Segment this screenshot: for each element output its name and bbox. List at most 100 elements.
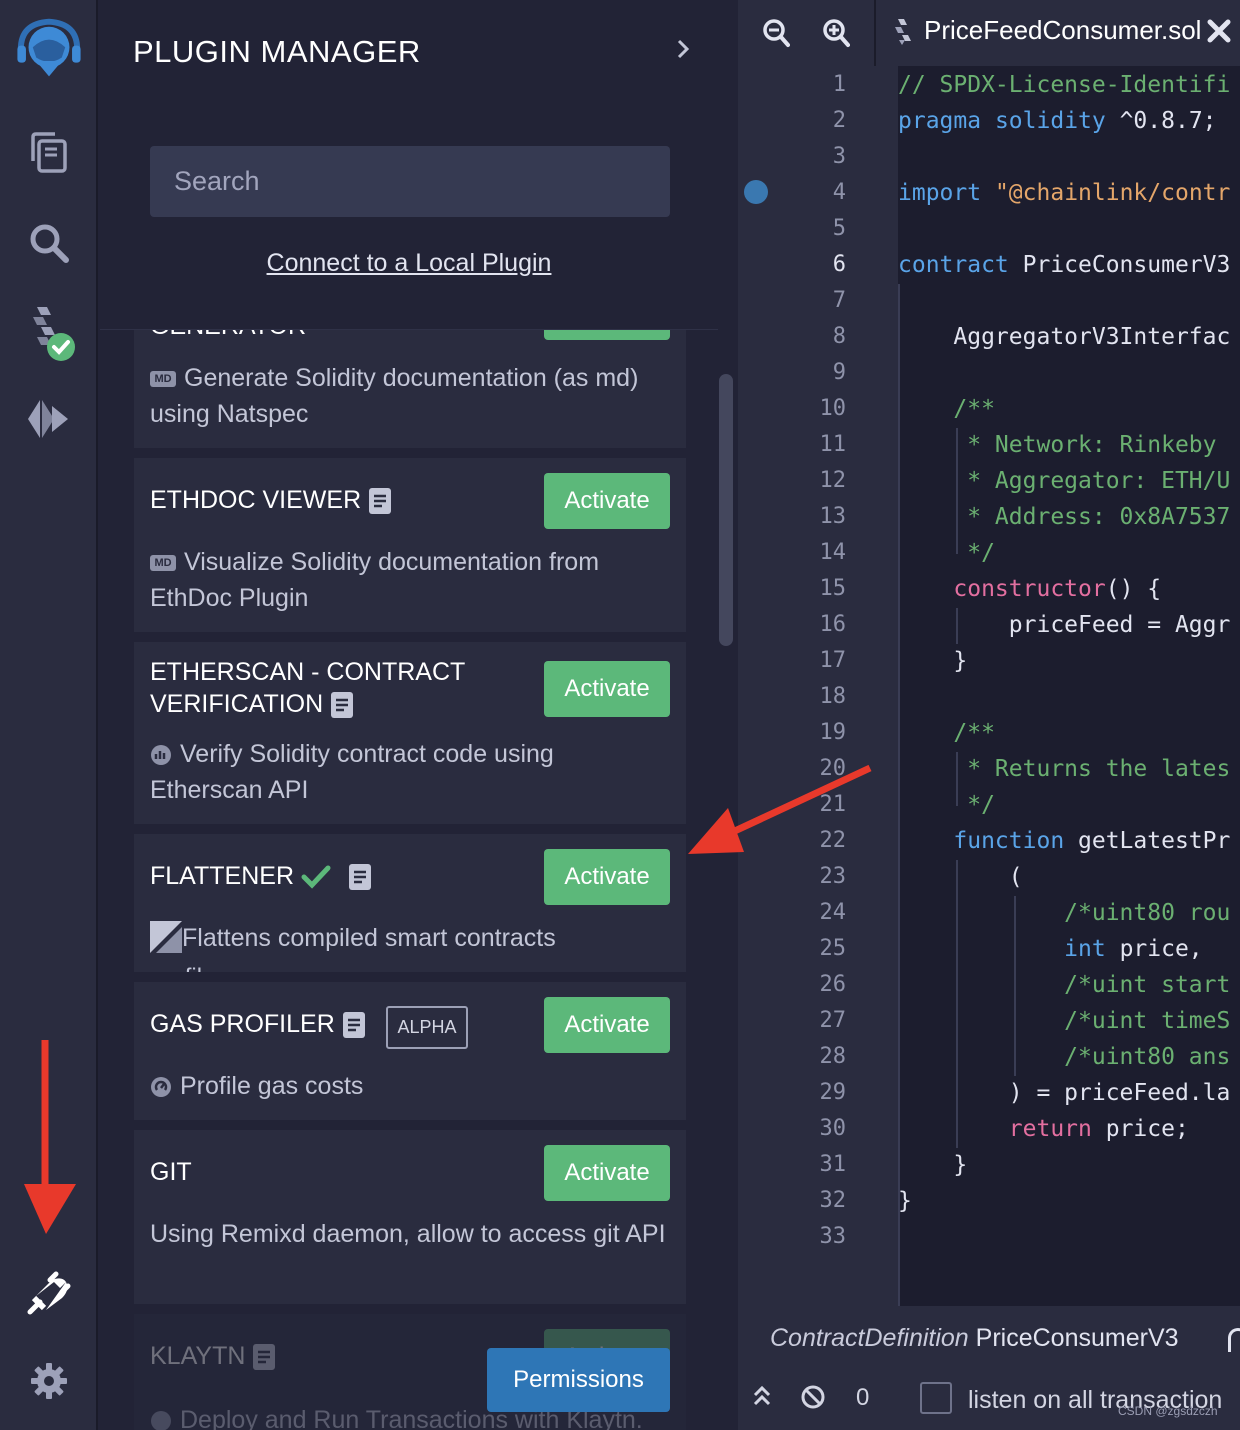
line-number: 24 [819, 900, 847, 925]
plugin-description: MD Generate Solidity documentation (as md… [150, 364, 639, 428]
code-line: /*uint start [898, 972, 1231, 998]
markdown-icon: MD [150, 371, 176, 388]
docs-icon[interactable] [252, 1343, 276, 1371]
zoom-out-icon[interactable] [762, 18, 790, 53]
activate-button[interactable]: Activate [544, 849, 670, 905]
remix-logo-icon[interactable] [14, 14, 84, 84]
deploy-run-icon[interactable] [14, 384, 84, 454]
line-number: 28 [819, 1044, 847, 1069]
code-line: /*uint80 rou [898, 900, 1231, 926]
line-number: 9 [832, 360, 846, 385]
line-number: 13 [819, 504, 847, 529]
remix-ide-window: GENERATOR Activate MDGenerate Solidity d… [0, 0, 1240, 1430]
code-line: * Network: Rinkeby [898, 432, 1217, 458]
code-line: AggregatorV3Interfac [898, 324, 1231, 350]
plugin-list-scrollbar[interactable] [719, 374, 733, 646]
plugin-name: FLATTENER [150, 860, 372, 892]
refresh-icon[interactable] [1228, 1328, 1240, 1352]
verified-check-icon [301, 865, 331, 889]
code-line: ( [898, 864, 1023, 890]
etherscan-icon [151, 745, 171, 766]
line-number: 8 [832, 324, 846, 349]
line-number: 32 [819, 1188, 847, 1213]
plugin-name: GAS PROFILER [150, 1008, 366, 1040]
line-number: 2 [832, 108, 846, 133]
close-icon[interactable] [1206, 18, 1232, 49]
plugin-name: GIT [150, 1158, 192, 1186]
code-text-area[interactable]: // SPDX-License-Identifi pragma solidity … [898, 66, 1240, 1310]
line-number: 22 [819, 828, 847, 853]
line-number: 1 [832, 72, 846, 97]
line-number: 27 [819, 1008, 847, 1033]
activate-button[interactable]: Activate [544, 473, 670, 529]
activate-button[interactable]: Activate [544, 661, 670, 717]
contract-definition-label: ContractDefinition PriceConsumerV3 [770, 1324, 1179, 1352]
plugin-card-ethdoc-viewer: ETHDOC VIEWER Activate MD Visualize Solid… [134, 458, 686, 632]
listen-all-transactions-checkbox[interactable] [920, 1382, 952, 1414]
chevron-right-icon[interactable] [668, 34, 698, 64]
clear-terminal-icon[interactable] [800, 1384, 826, 1415]
line-number: 25 [819, 936, 847, 961]
plugin-description: Flattens compiled smart contracts [150, 920, 670, 956]
connect-local-plugin-link[interactable]: Connect to a Local Plugin [100, 249, 718, 278]
code-line: priceFeed = Aggr [898, 612, 1231, 638]
tab-divider [874, 0, 876, 66]
plugin-name: ETHDOC VIEWER [150, 484, 392, 516]
editor-tab-bar: PriceFeedConsumer.sol [738, 0, 1240, 66]
search-icon[interactable] [14, 208, 84, 278]
file-explorer-icon[interactable] [14, 118, 84, 188]
docs-icon[interactable] [330, 691, 354, 719]
line-number: 29 [819, 1080, 847, 1105]
line-number: 18 [819, 684, 847, 709]
line-number-gutter: 1 2 3 4 5 6 7 8 9 10 11 12 13 14 15 16 17 18 19 20 21 22 23 24 2… [738, 66, 898, 1306]
code-line: } [898, 648, 968, 674]
solidity-file-icon [892, 18, 914, 51]
docs-icon[interactable] [368, 487, 392, 515]
plugin-card-flattener: FLATTENER Activate Flattens compiled sma… [134, 834, 686, 972]
line-number: 7 [832, 288, 846, 313]
code-line: * Returns the lates [898, 756, 1231, 782]
plugin-icon[interactable] [14, 1258, 84, 1328]
docs-icon[interactable] [348, 863, 372, 891]
code-line: return price; [1008, 1116, 1189, 1142]
editor-tab-title[interactable]: PriceFeedConsumer.sol [924, 15, 1201, 46]
code-line: } [898, 1152, 968, 1178]
activate-button[interactable]: Activate [544, 1145, 670, 1201]
line-number: 19 [819, 720, 847, 745]
line-number: 21 [819, 792, 847, 817]
plugin-description: Verify Solidity contract code using Ethe… [150, 740, 554, 804]
code-line: /*uint timeS [898, 1008, 1231, 1034]
plugin-extra-text: profile [150, 960, 670, 972]
line-number: 23 [819, 864, 847, 889]
code-line: /*uint80 ans [898, 1044, 1231, 1070]
plugin-name: KLAYTN [150, 1340, 276, 1372]
line-number: 6 [832, 252, 846, 277]
plugin-search-input[interactable] [150, 146, 670, 217]
line-number: 3 [832, 144, 846, 169]
collapse-terminal-icon[interactable] [752, 1384, 772, 1413]
code-line: ) = priceFeed.la [898, 1080, 1231, 1106]
pending-transactions-count: 0 [856, 1384, 870, 1411]
breakpoint-marker[interactable] [744, 180, 768, 204]
plugin-card-etherscan-verification: ETHERSCAN - CONTRACT VERIFICATION Activat… [134, 642, 686, 824]
plugin-manager-header: PLUGIN MANAGER Connect to a Local Plugin [100, 0, 718, 330]
zoom-in-icon[interactable] [822, 18, 850, 53]
plugin-name: ETHERSCAN - CONTRACT VERIFICATION [150, 658, 466, 719]
gas-profiler-icon [151, 1077, 171, 1098]
docs-icon[interactable] [342, 1011, 366, 1039]
permissions-button[interactable]: Permissions [487, 1348, 670, 1412]
activate-button[interactable]: Activate [544, 997, 670, 1053]
code-line: function getLatestPr [953, 828, 1231, 854]
code-line: */ [898, 792, 995, 818]
line-number: 31 [819, 1152, 847, 1177]
code-line: * Aggregator: ETH/U [898, 468, 1231, 494]
solidity-compiler-icon[interactable] [14, 298, 84, 368]
klaytn-icon [151, 1411, 171, 1430]
settings-icon[interactable] [14, 1346, 84, 1416]
line-number: 30 [819, 1116, 847, 1141]
markdown-icon: MD [150, 555, 176, 572]
code-line: /** [898, 720, 995, 746]
line-number: 10 [819, 396, 847, 421]
code-editor: PriceFeedConsumer.sol 1 2 3 4 5 6 7 8 9 10 11 12 13 1… [738, 0, 1240, 1430]
line-number: 20 [819, 756, 847, 781]
